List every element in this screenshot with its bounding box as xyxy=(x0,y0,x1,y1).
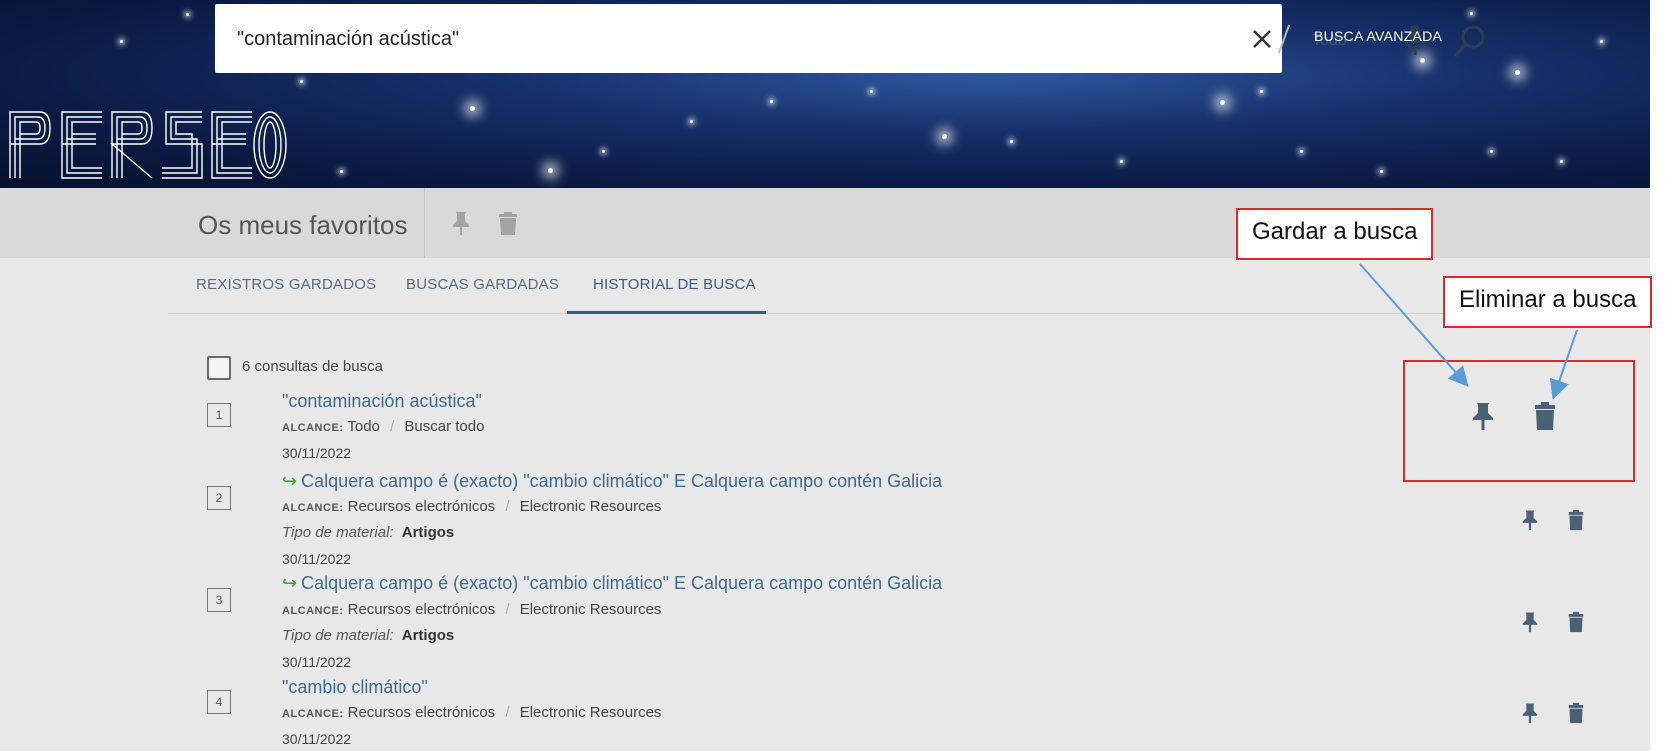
query-count: 6 consultas de busca xyxy=(242,358,383,375)
pin-icon[interactable] xyxy=(1522,702,1538,724)
pin-icon[interactable] xyxy=(1522,509,1538,531)
tab-saved-searches[interactable]: BUSCAS GARDADAS xyxy=(406,276,559,293)
query-link-text: Calquera campo é (exacto) "cambio climát… xyxy=(301,471,943,491)
trash-icon[interactable] xyxy=(497,210,519,236)
trash-icon[interactable] xyxy=(1568,509,1584,531)
scope-value: Todo xyxy=(347,418,380,435)
query-link[interactable]: "cambio climático" xyxy=(282,677,428,698)
trash-icon[interactable] xyxy=(1568,611,1584,633)
scope-key: ALCANCE: xyxy=(282,708,344,720)
query-scope: ALCANCE: Recursos electrónicos / Electro… xyxy=(282,601,662,618)
annotation-save-search: Gardar a busca xyxy=(1236,208,1434,260)
material-value: Artigos xyxy=(401,627,455,644)
query-scope: ALCANCE: Todo / Buscar todo xyxy=(282,418,485,435)
scope-subvalue: Electronic Resources xyxy=(519,704,662,721)
query-link-text: Calquera campo é (exacto) "cambio climát… xyxy=(301,573,943,593)
query-date: 30/11/2022 xyxy=(282,654,352,670)
search-input[interactable] xyxy=(237,24,997,54)
perseo-logo[interactable] xyxy=(6,108,288,180)
select-all-checkbox[interactable] xyxy=(207,356,231,380)
material-key: Tipo de material: xyxy=(282,627,394,644)
query-material: Tipo de material: Artigos xyxy=(282,524,454,541)
search-history-panel: REXISTROS GARDADOS BUSCAS GARDADAS HISTO… xyxy=(0,258,1650,751)
search-bar: Todo xyxy=(215,4,1485,73)
tab-search-history[interactable]: HISTORIAL DE BUSCA xyxy=(593,276,756,293)
material-value: Artigos xyxy=(401,524,455,541)
query-link[interactable]: ↪ Calquera campo é (exacto) "cambio climá… xyxy=(282,573,942,594)
clear-icon[interactable] xyxy=(1249,26,1275,52)
query-material: Tipo de material: Artigos xyxy=(282,627,454,644)
arrow-return-icon: ↪ xyxy=(282,471,298,491)
pin-icon[interactable] xyxy=(1522,611,1538,633)
scope-value: Recursos electrónicos xyxy=(347,601,496,618)
row-number: 4 xyxy=(207,690,231,714)
scope-value: Recursos electrónicos xyxy=(347,498,496,515)
scope-key: ALCANCE: xyxy=(282,502,344,514)
query-date: 30/11/2022 xyxy=(282,731,352,747)
annotation-highlight-frame xyxy=(1403,360,1635,482)
scope-subvalue: Electronic Resources xyxy=(519,601,662,618)
scope-key: ALCANCE: xyxy=(282,422,344,434)
query-scope: ALCANCE: Recursos electrónicos / Electro… xyxy=(282,498,662,515)
query-link[interactable]: "contaminación acústica" xyxy=(282,391,482,412)
row-number: 2 xyxy=(207,486,231,510)
header-banner: Todo BUSCA AVANZADA xyxy=(0,0,1650,188)
perseo-logo-graphic xyxy=(9,111,287,179)
search-icon[interactable] xyxy=(1453,24,1487,58)
row-number: 1 xyxy=(207,403,231,427)
scope-key: ALCANCE: xyxy=(282,605,344,617)
scope-subvalue: Buscar todo xyxy=(404,418,485,435)
pin-icon[interactable] xyxy=(450,210,472,236)
query-date: 30/11/2022 xyxy=(282,551,352,567)
row-number: 3 xyxy=(207,588,231,612)
arrow-return-icon: ↪ xyxy=(282,573,298,593)
tab-saved-records[interactable]: REXISTROS GARDADOS xyxy=(196,276,376,293)
scope-value: Recursos electrónicos xyxy=(347,704,496,721)
advanced-search-link[interactable]: BUSCA AVANZADA xyxy=(1314,28,1442,44)
query-scope: ALCANCE: Recursos electrónicos / Electro… xyxy=(282,704,662,721)
scope-subvalue: Electronic Resources xyxy=(519,498,662,515)
scope-separator xyxy=(1277,24,1291,54)
query-date: 30/11/2022 xyxy=(282,445,352,461)
annotation-delete-search: Eliminar a busca xyxy=(1443,276,1653,328)
favorites-tabs: REXISTROS GARDADOS BUSCAS GARDADAS HISTO… xyxy=(168,258,1650,314)
trash-icon[interactable] xyxy=(1568,702,1584,724)
favorites-title: Os meus favoritos xyxy=(198,210,408,240)
material-key: Tipo de material: xyxy=(282,524,394,541)
favorites-divider xyxy=(424,188,425,258)
query-link[interactable]: ↪ Calquera campo é (exacto) "cambio climá… xyxy=(282,471,942,492)
active-tab-indicator xyxy=(567,311,766,314)
